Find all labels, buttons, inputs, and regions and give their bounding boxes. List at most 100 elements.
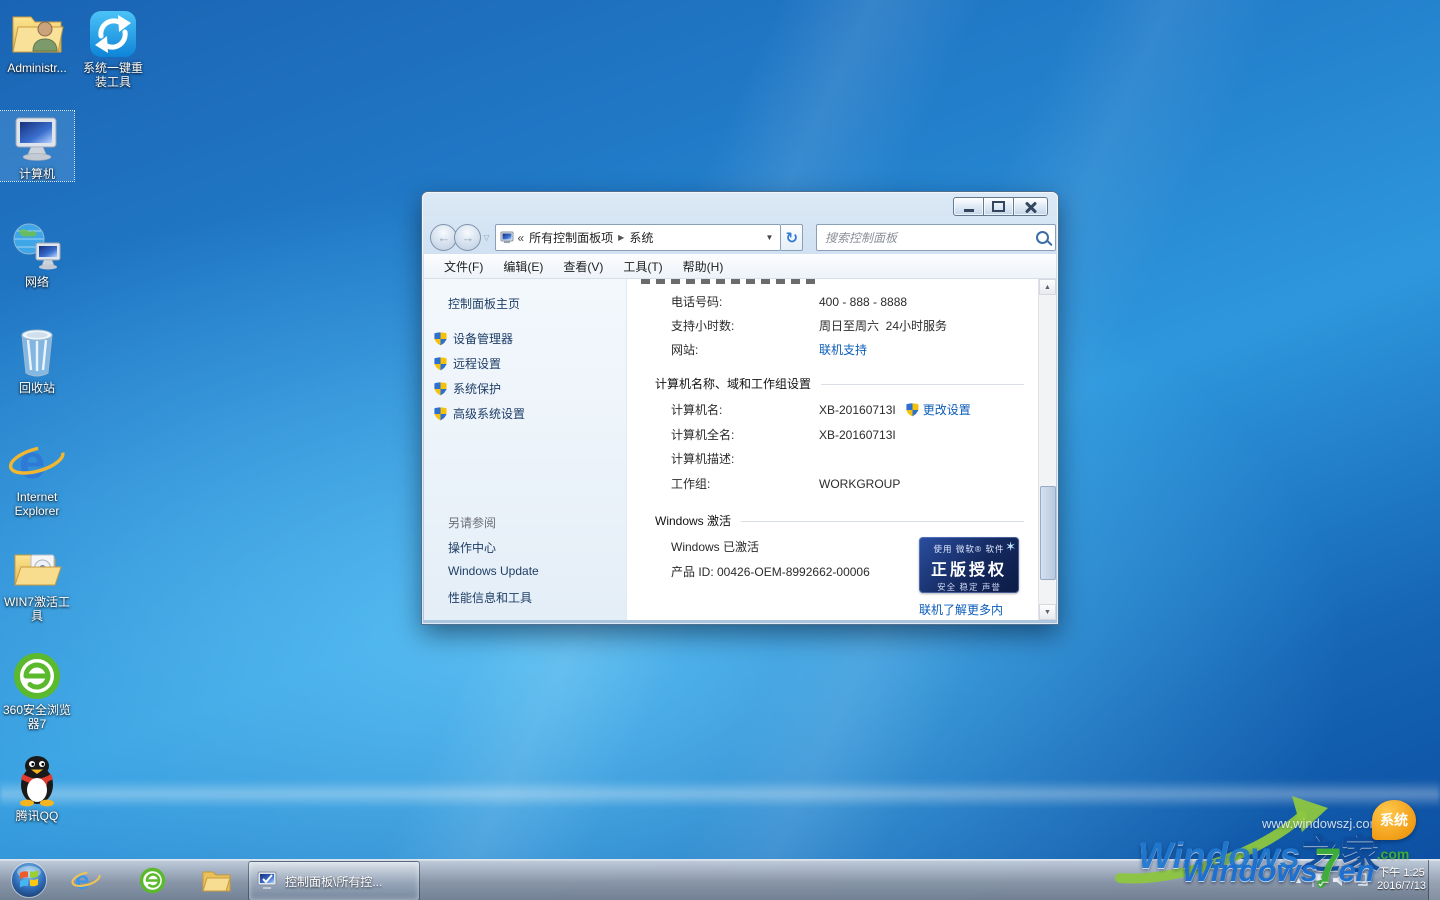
sidebar-task-label: 高级系统设置 (453, 405, 525, 422)
scrollbar-thumb[interactable] (1040, 486, 1056, 580)
sidebar-remote-settings[interactable]: 远程设置 (434, 355, 501, 372)
breadcrumb-chevrons[interactable]: « (515, 231, 526, 245)
section-divider (741, 521, 1024, 522)
svg-text:e: e (75, 866, 89, 894)
forward-button[interactable]: → (454, 224, 481, 251)
breadcrumb-current[interactable]: 系统 (626, 229, 656, 246)
watermark-w7en-en: en (1338, 855, 1374, 886)
scroll-up-button[interactable]: ▲ (1039, 279, 1056, 295)
address-bar[interactable]: « 所有控制面板项 ▶ 系统 ▼ (495, 224, 781, 251)
maximize-icon (992, 201, 1005, 212)
network-icon (0, 219, 74, 273)
icon-label: 腾讯QQ (0, 809, 74, 823)
sidebar-advanced-settings[interactable]: 高级系统设置 (434, 405, 525, 422)
change-settings-link[interactable]: 更改设置 (923, 401, 971, 418)
description-label: 计算机描述: (671, 450, 819, 467)
sidebar-action-center[interactable]: 操作中心 (448, 539, 496, 556)
workgroup-value: WORKGROUP (819, 477, 900, 491)
menu-file[interactable]: 文件(F) (434, 255, 493, 278)
computer-name-row: 计算机名: XB-20160713I 更改设置 (671, 401, 1024, 418)
caption-buttons (954, 197, 1048, 216)
menu-view[interactable]: 查看(V) (553, 255, 613, 278)
workgroup-row: 工作组: WORKGROUP (671, 475, 1024, 492)
badge-line2: 正版授权 (919, 556, 1019, 580)
sidebar-device-manager[interactable]: 设备管理器 (434, 330, 513, 347)
fullname-value: XB-20160713I (819, 428, 896, 442)
refresh-button[interactable]: ↻ (781, 224, 803, 251)
close-icon (1025, 201, 1037, 213)
minimize-button[interactable] (953, 197, 984, 216)
breadcrumb-arrow-icon: ▶ (616, 233, 626, 242)
search-input[interactable] (823, 230, 1032, 246)
menu-tools[interactable]: 工具(T) (613, 255, 672, 278)
desktop-icon-recycle-bin[interactable]: 回收站 (0, 325, 74, 395)
refresh-icon: ↻ (785, 229, 798, 247)
desktop-icon-tencent-qq[interactable]: 腾讯QQ (0, 753, 74, 823)
menu-bar: 文件(F) 编辑(E) 查看(V) 工具(T) 帮助(H) (424, 254, 1056, 279)
watermark-windows7en-logo: Windows 7 en .com (1182, 848, 1409, 886)
close-button[interactable] (1013, 197, 1048, 216)
uac-shield-icon (434, 332, 447, 346)
desktop-icon-360-browser[interactable]: 360安全浏览 器7 (0, 647, 74, 731)
product-id: 产品 ID: 00426-OEM-8992662-00006 (671, 563, 870, 580)
scroll-down-button[interactable]: ▼ (1039, 604, 1056, 620)
phone-label: 电话号码: (671, 293, 819, 310)
maximize-button[interactable] (983, 197, 1014, 216)
icon-label: Administr... (0, 61, 74, 75)
taskbar-task-control-panel[interactable]: 控制面板\所有控... (248, 861, 420, 900)
desktop-icon-internet-explorer[interactable]: e Internet Explorer (0, 434, 74, 518)
breadcrumb-root[interactable]: 所有控制面板项 (526, 229, 616, 246)
computer-description-row: 计算机描述: (671, 450, 1024, 467)
icon-label: 计算机 (0, 167, 74, 181)
menu-edit[interactable]: 编辑(E) (493, 255, 553, 278)
show-desktop-button[interactable] (1428, 860, 1440, 900)
system-page-icon (500, 231, 515, 244)
desktop-icon-reinstall-tool[interactable]: 系统一键重 装工具 (76, 5, 150, 89)
desktop-icon-network[interactable]: 网络 (0, 219, 74, 289)
user-folder-icon (0, 5, 74, 59)
icon-label: 系统一键重 装工具 (76, 61, 150, 89)
address-dropdown-icon[interactable]: ▼ (763, 233, 777, 242)
badge-star-icon: ✶ (1005, 539, 1016, 555)
learn-more-online-link[interactable]: 联机了解更多内容... (919, 601, 1024, 620)
sidebar-control-panel-home[interactable]: 控制面板主页 (448, 295, 520, 312)
sidebar-system-protection[interactable]: 系统保护 (434, 380, 501, 397)
back-button[interactable]: ← (430, 224, 457, 251)
taskbar-explorer-folder[interactable] (196, 860, 236, 900)
internet-explorer-icon: e (0, 434, 74, 488)
fullname-label: 计算机全名: (671, 426, 819, 443)
recent-pages-dropdown-icon[interactable]: ▽ (483, 233, 489, 242)
sidebar-task-label: 远程设置 (453, 355, 501, 372)
windows-start-orb-icon (10, 861, 48, 899)
genuine-microsoft-badge[interactable]: ✶ 使用 微软® 软件 正版授权 安全 稳定 声誉 (919, 537, 1019, 593)
back-arrow-icon: ← (437, 230, 450, 245)
forward-arrow-icon: → (461, 230, 474, 245)
sidebar-windows-update[interactable]: Windows Update (448, 564, 539, 578)
menu-help[interactable]: 帮助(H) (673, 255, 734, 278)
icon-label: WIN7激活工 具 (0, 595, 74, 623)
window-body: 控制面板主页 设备管理器 远程设置 系统保护 高级系统设置 另请参阅 (424, 279, 1056, 620)
section-title: 计算机名称、域和工作组设置 (655, 375, 811, 392)
phone-value: 400 - 888 - 8888 (819, 295, 907, 309)
minimize-icon (964, 209, 974, 212)
hours-row: 支持小时数: 周日至周六 24小时服务 (671, 317, 1024, 334)
desktop-icon-administrator[interactable]: Administr... (0, 5, 74, 75)
start-button[interactable] (8, 860, 50, 900)
search-icon[interactable] (1036, 231, 1049, 244)
online-support-link[interactable]: 联机支持 (819, 341, 867, 358)
phone-row: 电话号码: 400 - 888 - 8888 (671, 293, 1024, 310)
taskbar-internet-explorer[interactable]: e (66, 860, 106, 900)
sidebar-performance-tools[interactable]: 性能信息和工具 (448, 589, 532, 606)
desktop-icon-computer[interactable]: 计算机 (0, 111, 74, 181)
control-panel-task-icon (257, 871, 279, 891)
uac-shield-icon (434, 357, 447, 371)
badge-line1: 使用 微软® 软件 (919, 543, 1019, 555)
watermark-w7en-windows: Windows (1182, 855, 1318, 886)
change-settings[interactable]: 更改设置 (906, 401, 971, 418)
desktop-icon-win7-activator[interactable]: WIN7激活工 具 (0, 539, 74, 623)
website-row: 网站: 联机支持 (671, 341, 1024, 358)
360-browser-icon (0, 647, 74, 701)
navigation-bar: ← → ▽ « 所有控制面板项 ▶ 系统 ▼ ↻ (424, 221, 1056, 254)
taskbar-360-browser[interactable] (132, 860, 172, 900)
computer-icon (0, 111, 74, 165)
